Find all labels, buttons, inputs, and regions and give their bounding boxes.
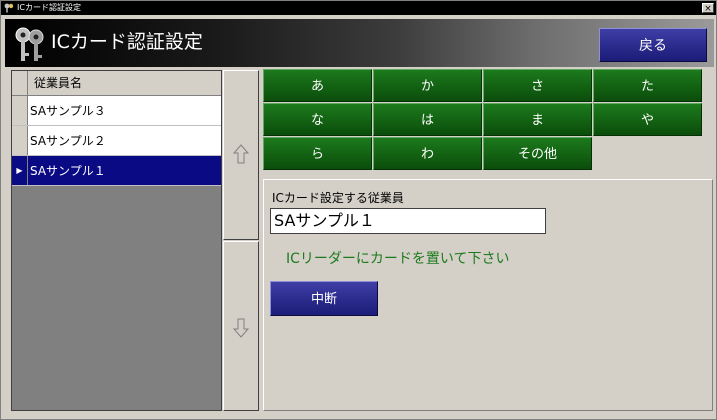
- kana-button-wa[interactable]: わ: [373, 137, 482, 170]
- title-bar: ICカード認証設定 ×: [1, 1, 716, 15]
- keys-icon: [15, 27, 44, 61]
- kana-button-na[interactable]: な: [263, 103, 372, 136]
- back-button[interactable]: 戻る: [599, 28, 707, 62]
- kana-button-ka[interactable]: か: [373, 69, 482, 102]
- page-title: ICカード認証設定: [51, 31, 203, 53]
- scroll-up-button[interactable]: [223, 70, 259, 240]
- row-selector-header: [12, 71, 28, 95]
- arrow-down-icon: [233, 318, 249, 338]
- ic-card-employee-label: ICカード設定する従業員: [272, 191, 404, 205]
- kana-button-ha[interactable]: は: [373, 103, 482, 136]
- ic-card-panel: ICカード設定する従業員 SAサンプル１ ICリーダーにカードを置いて下さい 中…: [263, 179, 713, 411]
- column-header-employee-name: 従業員名: [34, 76, 83, 90]
- table-row-selected[interactable]: ▶ SAサンプル１: [12, 156, 221, 186]
- employee-name: SAサンプル２: [30, 134, 106, 148]
- arrow-up-icon: [233, 144, 249, 164]
- close-button[interactable]: ×: [702, 3, 714, 14]
- kana-button-a[interactable]: あ: [263, 69, 372, 102]
- window-title: ICカード認証設定: [17, 3, 81, 12]
- row-selected-marker-icon: ▶: [12, 156, 28, 185]
- kana-button-ya[interactable]: や: [593, 103, 702, 136]
- employee-name: SAサンプル３: [30, 104, 106, 118]
- kana-button-sa[interactable]: さ: [483, 69, 592, 102]
- ic-reader-instruction: ICリーダーにカードを置いて下さい: [286, 251, 510, 267]
- keys-icon: [4, 3, 14, 13]
- window: ICカード認証設定 × ICカード認証設定 戻る 従業員名 SAサンプル３ SA…: [0, 0, 717, 420]
- stop-button[interactable]: 中断: [270, 281, 378, 316]
- kana-button-ta[interactable]: た: [593, 69, 702, 102]
- kana-button-ma[interactable]: ま: [483, 103, 592, 136]
- ic-card-employee-field: SAサンプル１: [270, 208, 546, 234]
- row-selector: [12, 126, 28, 155]
- employee-list-header: 従業員名: [12, 71, 221, 96]
- table-row[interactable]: SAサンプル３: [12, 96, 221, 126]
- employee-name: SAサンプル１: [30, 164, 106, 178]
- kana-button-ra[interactable]: ら: [263, 137, 372, 170]
- scroll-down-button[interactable]: [223, 241, 259, 411]
- table-row[interactable]: SAサンプル２: [12, 126, 221, 156]
- kana-button-other[interactable]: その他: [483, 137, 592, 170]
- row-selector: [12, 96, 28, 125]
- employee-list: 従業員名 SAサンプル３ SAサンプル２ ▶ SAサンプル１: [11, 70, 222, 411]
